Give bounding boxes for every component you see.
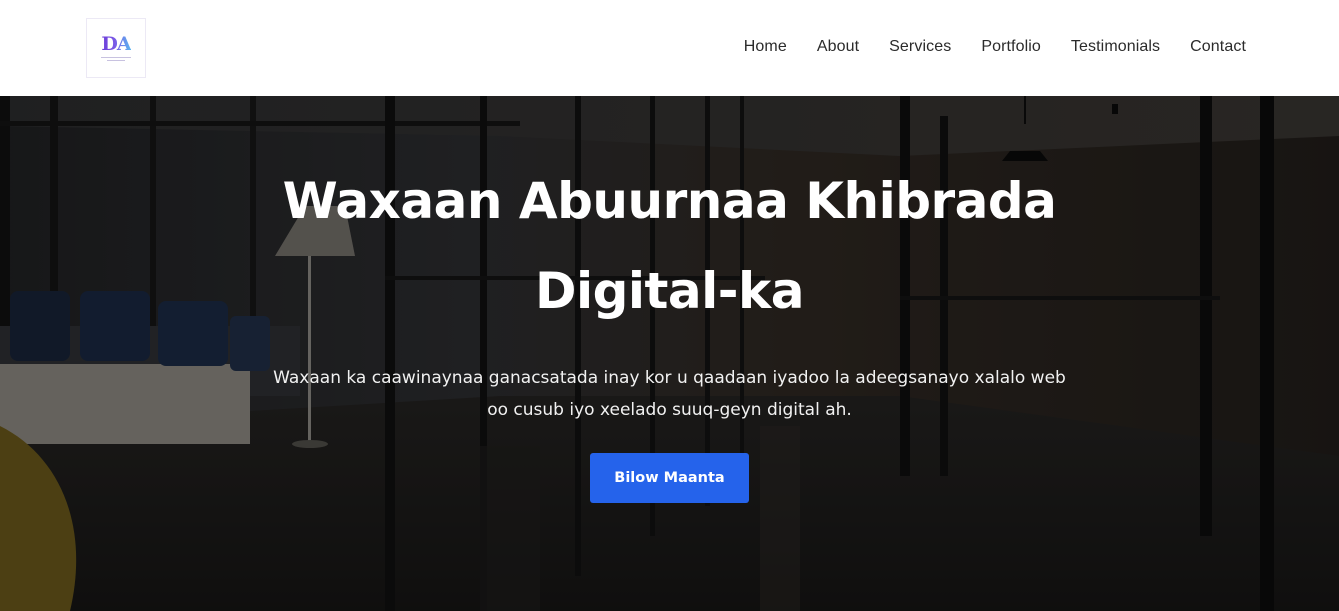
- logo-mark: DA: [101, 33, 131, 55]
- hero-section: Waxaan Abuurnaa Khibrada Digital-ka Waxa…: [0, 96, 1339, 611]
- nav-about-link[interactable]: About: [817, 38, 859, 56]
- hero-title: Waxaan Abuurnaa Khibrada Digital-ka: [282, 172, 1057, 320]
- logo-divider-small: [107, 60, 125, 61]
- nav-testimonials-link[interactable]: Testimonials: [1071, 38, 1160, 56]
- nav-services-link[interactable]: Services: [889, 38, 951, 56]
- hero-subtitle: Waxaan ka caawinaynaa ganacsatada inay k…: [273, 368, 1066, 420]
- nav-home-link[interactable]: Home: [744, 38, 787, 56]
- main-nav: Home About Services Portfolio Testimonia…: [744, 38, 1246, 56]
- site-header: DA Home About Services Portfolio Testimo…: [0, 0, 1339, 96]
- nav-contact-link[interactable]: Contact: [1190, 38, 1246, 56]
- brand-logo[interactable]: DA: [86, 18, 146, 78]
- get-started-button[interactable]: Bilow Maanta: [590, 453, 749, 503]
- nav-portfolio-link[interactable]: Portfolio: [981, 38, 1041, 56]
- logo-divider: [101, 57, 131, 58]
- hero-content: Waxaan Abuurnaa Khibrada Digital-ka Waxa…: [0, 96, 1339, 611]
